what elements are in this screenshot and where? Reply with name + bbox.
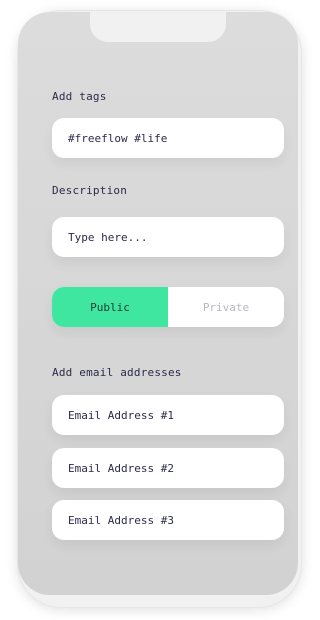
add-email-addresses-label: Add email addresses (52, 366, 182, 379)
email-address-field-2[interactable]: Email Address #2 (52, 448, 284, 488)
public-option[interactable]: Public (52, 287, 168, 327)
phone-screen: Add tags #freeflow #life Description Typ… (18, 12, 298, 595)
email-address-field-1[interactable]: Email Address #1 (52, 395, 284, 435)
description-input[interactable]: Type here... (52, 217, 284, 257)
add-tags-label: Add tags (52, 90, 107, 103)
visibility-toggle[interactable]: Public Private (52, 287, 284, 327)
email-address-field-3[interactable]: Email Address #3 (52, 500, 284, 540)
private-option[interactable]: Private (168, 287, 284, 327)
description-label: Description (52, 184, 128, 197)
tags-input[interactable]: #freeflow #life (52, 118, 284, 158)
phone-notch (90, 12, 226, 42)
